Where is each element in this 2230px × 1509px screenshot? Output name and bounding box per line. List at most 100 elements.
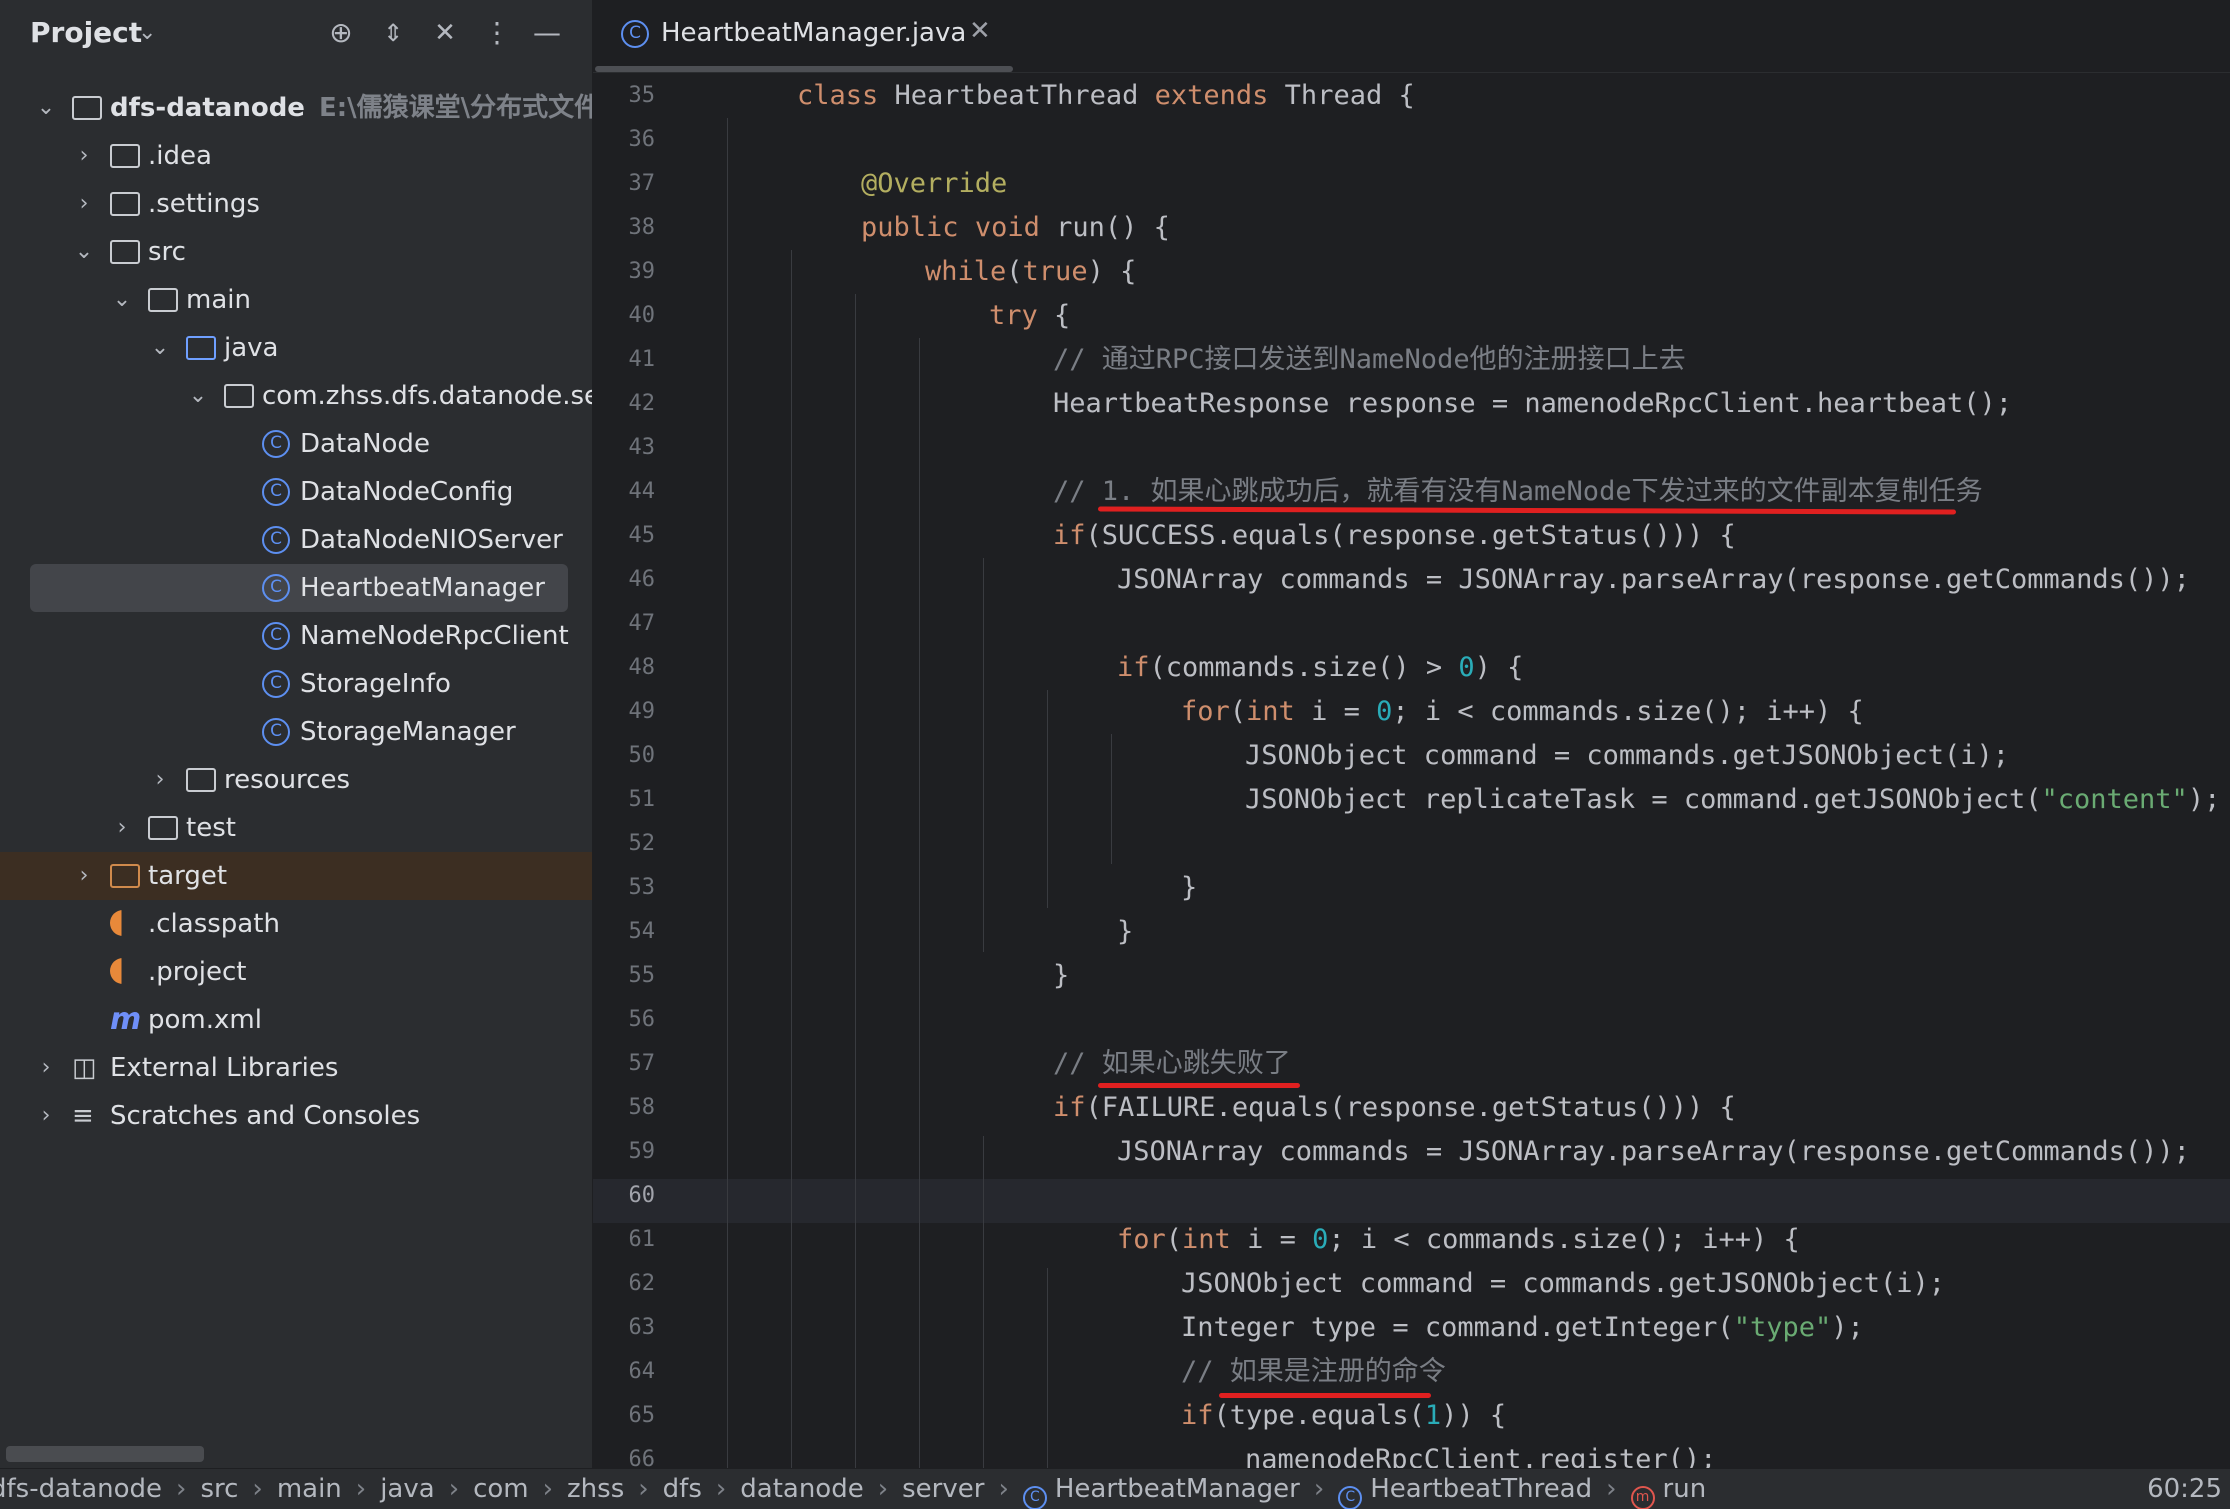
chevron-down-icon[interactable]: ⌄ — [72, 228, 96, 276]
tree-item-dfs-datanode[interactable]: ⌄ dfs-datanode E:\儒猿课堂\分布式文件系 — [0, 84, 592, 132]
code-line[interactable]: JSONObject command = commands.getJSONObj… — [1181, 1262, 1945, 1306]
breadcrumb-item[interactable]: C HeartbeatThread — [1338, 1469, 1592, 1509]
line-number[interactable]: 47 — [593, 602, 656, 646]
code-line[interactable]: while(true) { — [925, 250, 1136, 294]
collapse-all-icon[interactable]: ✕ — [428, 16, 462, 50]
project-view-title[interactable]: Project — [30, 16, 142, 49]
chevron-down-icon[interactable]: ⌄ — [34, 84, 58, 132]
line-number[interactable]: 37 — [593, 162, 656, 206]
code-line[interactable]: for(int i = 0; i < commands.size(); i++)… — [1181, 690, 1864, 734]
tree-item-datanodeconfig[interactable]: C DataNodeConfig — [0, 468, 592, 516]
chevron-right-icon[interactable]: › — [72, 852, 96, 900]
code-editor[interactable]: C HeartbeatManager.java ✕ 35 36 37 38 39 40 41… — [593, 0, 2230, 1468]
code-line[interactable]: JSONObject command = commands.getJSONObj… — [1245, 734, 2009, 778]
line-number[interactable]: 53 — [593, 866, 656, 910]
line-number[interactable]: 40 — [593, 294, 656, 338]
tree-item-idea[interactable]: › .idea — [0, 132, 592, 180]
code-line[interactable]: for(int i = 0; i < commands.size(); i++)… — [1117, 1218, 1800, 1262]
more-icon[interactable]: ⋮ — [480, 16, 514, 50]
code-line[interactable]: HeartbeatResponse response = namenodeRpc… — [1053, 382, 2012, 426]
code-line[interactable]: // 如果是注册的命令 — [1181, 1350, 1446, 1394]
code-line[interactable]: } — [1053, 954, 1069, 998]
breadcrumb-item[interactable]: java — [380, 1469, 434, 1509]
breadcrumb-item[interactable]: dfs — [663, 1469, 702, 1509]
line-number[interactable]: 61 — [593, 1218, 656, 1262]
code-line[interactable]: // 通过RPC接口发送到NameNode他的注册接口上去 — [1053, 338, 1686, 382]
line-number[interactable]: 52 — [593, 822, 656, 866]
code-line[interactable]: // 如果心跳失败了 — [1053, 1042, 1291, 1086]
line-number[interactable]: 41 — [593, 338, 656, 382]
chevron-down-icon[interactable]: ⌄ — [148, 324, 172, 372]
code-line[interactable]: JSONObject replicateTask = command.getJS… — [1245, 778, 2220, 822]
line-number[interactable]: 62 — [593, 1262, 656, 1306]
tree-item-target[interactable]: › target — [0, 852, 592, 900]
line-number[interactable]: 38 — [593, 206, 656, 250]
tree-item-datanode[interactable]: C DataNode — [0, 420, 592, 468]
minimize-icon[interactable]: — — [530, 16, 564, 50]
breadcrumb-item[interactable]: C HeartbeatManager — [1022, 1469, 1300, 1509]
line-number[interactable]: 55 — [593, 954, 656, 998]
tree-item-resources[interactable]: › resources — [0, 756, 592, 804]
tree-item-external-libraries[interactable]: › ◫ External Libraries — [0, 1044, 592, 1092]
tree-item-scratches[interactable]: › ≡ Scratches and Consoles — [0, 1092, 592, 1140]
code-line[interactable]: if(type.equals(1)) { — [1181, 1394, 1506, 1438]
line-number[interactable]: 58 — [593, 1086, 656, 1130]
breadcrumb-item[interactable]: m run — [1630, 1469, 1706, 1509]
code-line[interactable]: public void run() { — [861, 206, 1170, 250]
line-number[interactable]: 66 — [593, 1438, 656, 1468]
line-number[interactable]: 36 — [593, 118, 656, 162]
line-number[interactable]: 50 — [593, 734, 656, 778]
tree-item-datanodenioserver[interactable]: C DataNodeNIOServer — [0, 516, 592, 564]
code-line[interactable]: JSONArray commands = JSONArray.parseArra… — [1117, 558, 2190, 602]
tree-item-classpath[interactable]: .classpath — [0, 900, 592, 948]
breadcrumb-item[interactable]: com — [473, 1469, 529, 1509]
breadcrumb-item[interactable]: zhss — [567, 1469, 624, 1509]
code-line[interactable]: try { — [989, 294, 1070, 338]
line-number[interactable]: 49 — [593, 690, 656, 734]
code-line[interactable]: namenodeRpcClient.register(); — [1245, 1438, 1716, 1468]
code-line[interactable]: } — [1117, 910, 1133, 954]
breadcrumb-item[interactable]: main — [277, 1469, 342, 1509]
tree-item-heartbeatmanager[interactable]: C HeartbeatManager — [0, 564, 592, 612]
breadcrumb-item[interactable]: server — [902, 1469, 984, 1509]
line-number[interactable]: 43 — [593, 426, 656, 470]
tree-item-src[interactable]: ⌄ src — [0, 228, 592, 276]
line-number[interactable]: 56 — [593, 998, 656, 1042]
chevron-down-icon[interactable]: ⌄ — [138, 20, 156, 45]
tree-item-java[interactable]: ⌄ java — [0, 324, 592, 372]
chevron-right-icon[interactable]: › — [72, 132, 96, 180]
line-number[interactable]: 59 — [593, 1130, 656, 1174]
line-number[interactable]: 51 — [593, 778, 656, 822]
line-number[interactable]: 57 — [593, 1042, 656, 1086]
chevron-right-icon[interactable]: › — [110, 804, 134, 852]
line-number[interactable]: 63 — [593, 1306, 656, 1350]
code-line[interactable]: JSONArray commands = JSONArray.parseArra… — [1117, 1130, 2190, 1174]
chevron-right-icon[interactable]: › — [72, 180, 96, 228]
line-number[interactable]: 64 — [593, 1350, 656, 1394]
breadcrumb-item[interactable]: src — [200, 1469, 238, 1509]
line-number[interactable]: 35 — [593, 74, 656, 118]
line-number[interactable]: 39 — [593, 250, 656, 294]
code-line[interactable]: if(FAILURE.equals(response.getStatus()))… — [1053, 1086, 1736, 1130]
tab-heartbeatmanager[interactable]: C HeartbeatManager.java ✕ — [595, 0, 1013, 72]
code-line[interactable]: Integer type = command.getInteger("type"… — [1181, 1306, 1864, 1350]
close-icon[interactable]: ✕ — [969, 16, 991, 46]
line-number[interactable]: 45 — [593, 514, 656, 558]
line-number[interactable]: 48 — [593, 646, 656, 690]
code-line[interactable]: if(commands.size() > 0) { — [1117, 646, 1523, 690]
chevron-right-icon[interactable]: › — [34, 1092, 58, 1140]
tree-item-storageinfo[interactable]: C StorageInfo — [0, 660, 592, 708]
tree-item-namenoderpcclient[interactable]: C NameNodeRpcClient — [0, 612, 592, 660]
code-line[interactable]: if(SUCCESS.equals(response.getStatus()))… — [1053, 514, 1736, 558]
chevron-down-icon[interactable]: ⌄ — [110, 276, 134, 324]
line-number[interactable]: 54 — [593, 910, 656, 954]
line-number[interactable]: 60 — [593, 1174, 656, 1218]
tree-item-package[interactable]: ⌄ com.zhss.dfs.datanode.server — [0, 372, 592, 420]
crosshair-icon[interactable]: ⊕ — [324, 16, 358, 50]
code-line[interactable]: class HeartbeatThread extends Thread { — [797, 74, 1415, 118]
chevron-down-icon[interactable]: ⌄ — [186, 372, 210, 420]
breadcrumb-item[interactable]: dfs-datanode — [0, 1469, 162, 1509]
tree-item-settings[interactable]: › .settings — [0, 180, 592, 228]
tree-item-test[interactable]: › test — [0, 804, 592, 852]
expand-all-icon[interactable]: ⇕ — [376, 16, 410, 50]
